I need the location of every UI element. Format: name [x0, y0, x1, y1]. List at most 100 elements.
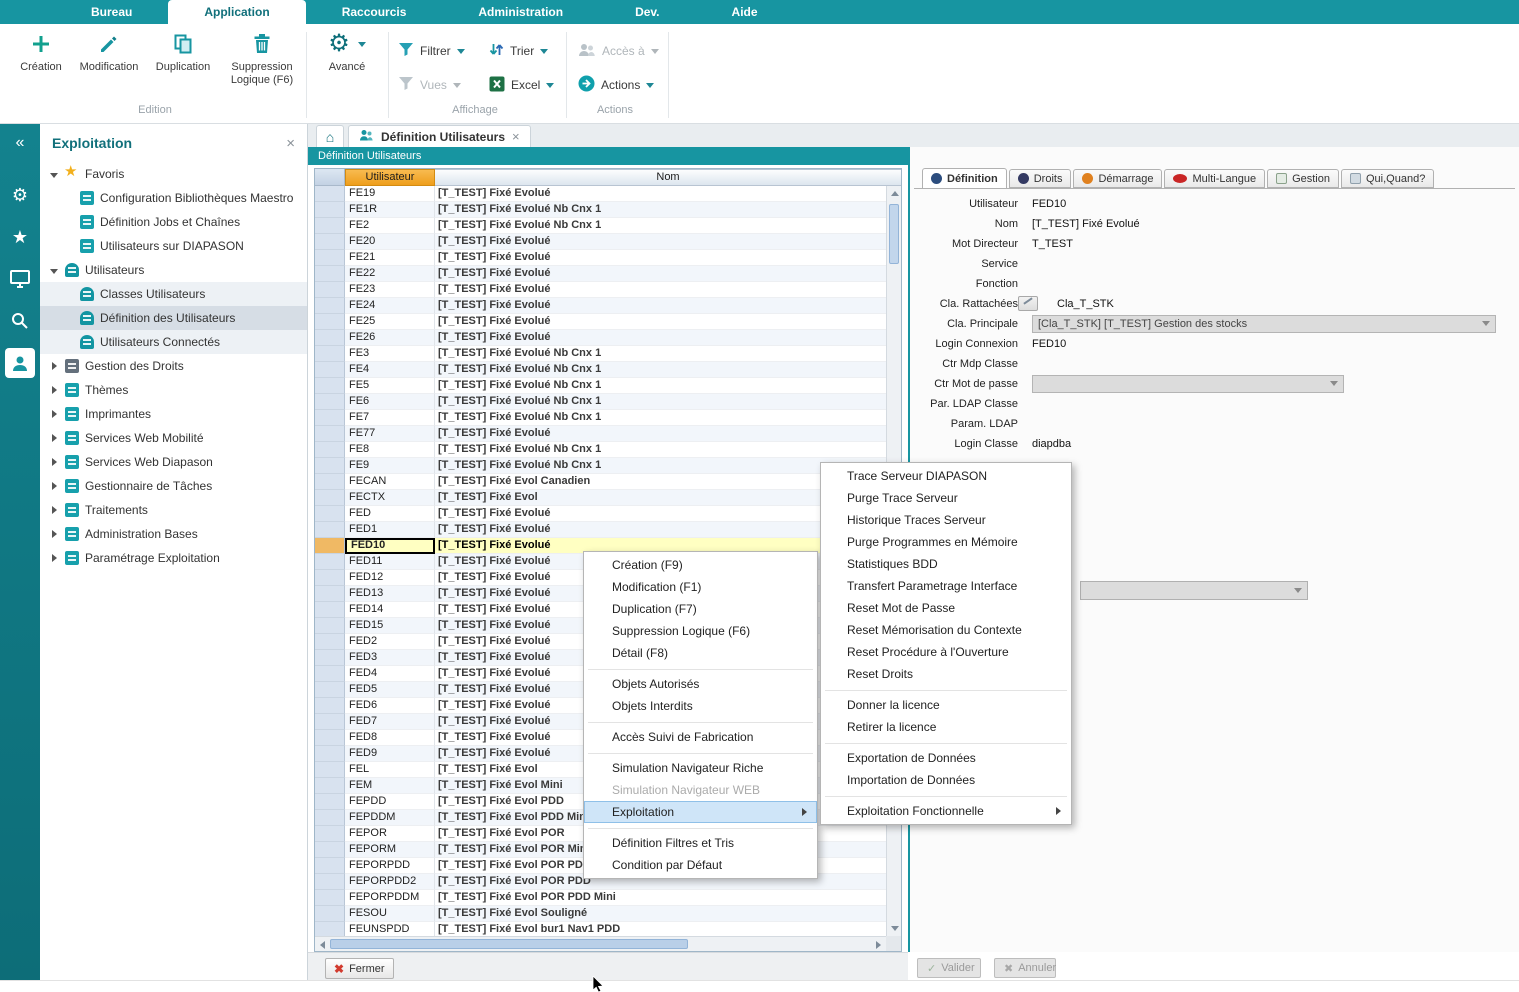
table-row[interactable]: FE3 [T_TEST] Fixé Evolué Nb Cnx 1: [315, 346, 886, 362]
tab-definition-utilisateurs[interactable]: Définition Utilisateurs ×: [348, 125, 531, 147]
row-selector-cell[interactable]: [315, 186, 345, 202]
row-selector-cell[interactable]: [315, 762, 345, 778]
cell-utilisateur[interactable]: FED11: [345, 554, 435, 570]
row-selector-header[interactable]: [315, 169, 345, 186]
favorites-star-icon[interactable]: ★: [0, 218, 40, 256]
tree-item[interactable]: Services Web Diapason: [40, 450, 307, 474]
combo-arrow-icon[interactable]: [1482, 321, 1490, 326]
detail-tab[interactable]: Qui,Quand?: [1341, 169, 1434, 188]
context-menu-item[interactable]: Suppression Logique (F6): [584, 620, 817, 642]
tree-expander-icon[interactable]: [50, 362, 59, 371]
submenu-item[interactable]: Donner la licence: [821, 694, 1071, 716]
tree-item[interactable]: Traitements: [40, 498, 307, 522]
row-selector-cell[interactable]: [315, 314, 345, 330]
cell-utilisateur[interactable]: FECTX: [345, 490, 435, 506]
cell-nom[interactable]: [T_TEST] Fixé Evolué: [435, 250, 886, 266]
horizontal-scrollbar[interactable]: [315, 936, 886, 951]
avance-button[interactable]: ⚙ Avancé: [314, 30, 380, 102]
user-admin-icon[interactable]: [0, 344, 40, 382]
table-row[interactable]: FE24 [T_TEST] Fixé Evolué: [315, 298, 886, 314]
cell-utilisateur[interactable]: FEPOR: [345, 826, 435, 842]
table-row[interactable]: FE8 [T_TEST] Fixé Evolué Nb Cnx 1: [315, 442, 886, 458]
modules-gear-icon[interactable]: ⚙: [0, 176, 40, 214]
cell-utilisateur[interactable]: FE19: [345, 186, 435, 202]
row-selector-cell[interactable]: [315, 234, 345, 250]
row-selector-cell[interactable]: [315, 730, 345, 746]
hidden-label-combo[interactable]: [1080, 581, 1308, 600]
tree-item[interactable]: Administration Bases: [40, 522, 307, 546]
table-row[interactable]: FE26 [T_TEST] Fixé Evolué: [315, 330, 886, 346]
row-selector-cell[interactable]: [315, 682, 345, 698]
column-header-nom[interactable]: Nom: [435, 169, 901, 186]
cell-utilisateur[interactable]: FED4: [345, 666, 435, 682]
context-menu-item[interactable]: [588, 748, 813, 754]
submenu-item[interactable]: Transfert Parametrage Interface: [821, 575, 1071, 597]
cell-nom[interactable]: [T_TEST] Fixé Evol: [435, 490, 886, 506]
filtrer-button[interactable]: Filtrer: [398, 40, 465, 62]
duplication-button[interactable]: Duplication: [150, 30, 216, 102]
scroll-up-icon[interactable]: [888, 187, 901, 200]
cell-utilisateur[interactable]: FED13: [345, 586, 435, 602]
cell-utilisateur[interactable]: FE20: [345, 234, 435, 250]
tree-item[interactable]: Paramétrage Exploitation: [40, 546, 307, 570]
row-selector-cell[interactable]: [315, 330, 345, 346]
row-selector-cell[interactable]: [315, 858, 345, 874]
cell-utilisateur[interactable]: FEPDD: [345, 794, 435, 810]
table-row[interactable]: FECAN [T_TEST] Fixé Evol Canadien: [315, 474, 886, 490]
cell-utilisateur[interactable]: FECAN: [345, 474, 435, 490]
row-selector-cell[interactable]: [315, 714, 345, 730]
submenu-item[interactable]: Exportation de Données: [821, 747, 1071, 769]
table-row[interactable]: FE23 [T_TEST] Fixé Evolué: [315, 282, 886, 298]
field-value[interactable]: FED10: [1032, 336, 1066, 351]
row-selector-cell[interactable]: [315, 426, 345, 442]
cell-nom[interactable]: [T_TEST] Fixé Evol Souligné: [435, 906, 886, 922]
cell-nom[interactable]: [T_TEST] Fixé Evolué: [435, 426, 886, 442]
cell-utilisateur[interactable]: FE77: [345, 426, 435, 442]
tree-expander-icon[interactable]: [50, 386, 59, 395]
cell-utilisateur[interactable]: FED1: [345, 522, 435, 538]
table-row[interactable]: FE20 [T_TEST] Fixé Evolué: [315, 234, 886, 250]
row-selector-cell[interactable]: [315, 634, 345, 650]
row-selector-cell[interactable]: [315, 506, 345, 522]
horizontal-scroll-thumb[interactable]: [330, 939, 688, 949]
row-selector-cell[interactable]: [315, 778, 345, 794]
submenu-item[interactable]: Statistiques BDD: [821, 553, 1071, 575]
table-row[interactable]: FE9 [T_TEST] Fixé Evolué Nb Cnx 1: [315, 458, 886, 474]
detail-tab[interactable]: Gestion: [1267, 169, 1339, 188]
cell-utilisateur[interactable]: FED8: [345, 730, 435, 746]
cell-nom[interactable]: [T_TEST] Fixé Evolué: [435, 506, 886, 522]
row-selector-cell[interactable]: [315, 666, 345, 682]
context-menu-item[interactable]: Simulation Navigateur Riche: [584, 757, 817, 779]
dropdown-arrow-icon[interactable]: [646, 83, 654, 88]
actions-button[interactable]: Actions: [578, 74, 654, 96]
scroll-left-icon[interactable]: [316, 938, 329, 951]
cell-utilisateur[interactable]: FED9: [345, 746, 435, 762]
row-selector-cell[interactable]: [315, 362, 345, 378]
cell-utilisateur[interactable]: FED6: [345, 698, 435, 714]
tree-expander-icon[interactable]: [50, 410, 59, 419]
field-value[interactable]: diapdba: [1032, 436, 1071, 451]
cell-nom[interactable]: [T_TEST] Fixé Evolué Nb Cnx 1: [435, 218, 886, 234]
table-row[interactable]: FESOU [T_TEST] Fixé Evol Souligné: [315, 906, 886, 922]
row-selector-cell[interactable]: [315, 490, 345, 506]
submenu-item[interactable]: Historique Traces Serveur: [821, 509, 1071, 531]
context-menu-item[interactable]: Exploitation: [584, 801, 817, 823]
row-selector-cell[interactable]: [315, 218, 345, 234]
tree-item[interactable]: Utilisateurs Connectés: [40, 330, 307, 354]
tree-item[interactable]: Utilisateurs: [40, 258, 307, 282]
context-menu-item[interactable]: Objets Autorisés: [584, 673, 817, 695]
valider-button[interactable]: ✓ Valider: [917, 958, 981, 978]
menubar-item[interactable]: Dev.: [599, 0, 695, 24]
table-row[interactable]: FECTX [T_TEST] Fixé Evol: [315, 490, 886, 506]
column-header-utilisateur[interactable]: Utilisateur: [345, 169, 435, 186]
field-value[interactable]: T_TEST: [1032, 236, 1073, 251]
row-selector-cell[interactable]: [315, 394, 345, 410]
desktop-icon[interactable]: [0, 260, 40, 298]
scroll-right-icon[interactable]: [872, 938, 885, 951]
cell-utilisateur[interactable]: FEPDDM: [345, 810, 435, 826]
submenu-item[interactable]: Purge Programmes en Mémoire: [821, 531, 1071, 553]
cell-utilisateur[interactable]: FEPORPDD: [345, 858, 435, 874]
context-menu-item[interactable]: [588, 664, 813, 670]
detail-tab[interactable]: Multi-Langue: [1164, 169, 1265, 188]
table-row[interactable]: FE7 [T_TEST] Fixé Evolué Nb Cnx 1: [315, 410, 886, 426]
